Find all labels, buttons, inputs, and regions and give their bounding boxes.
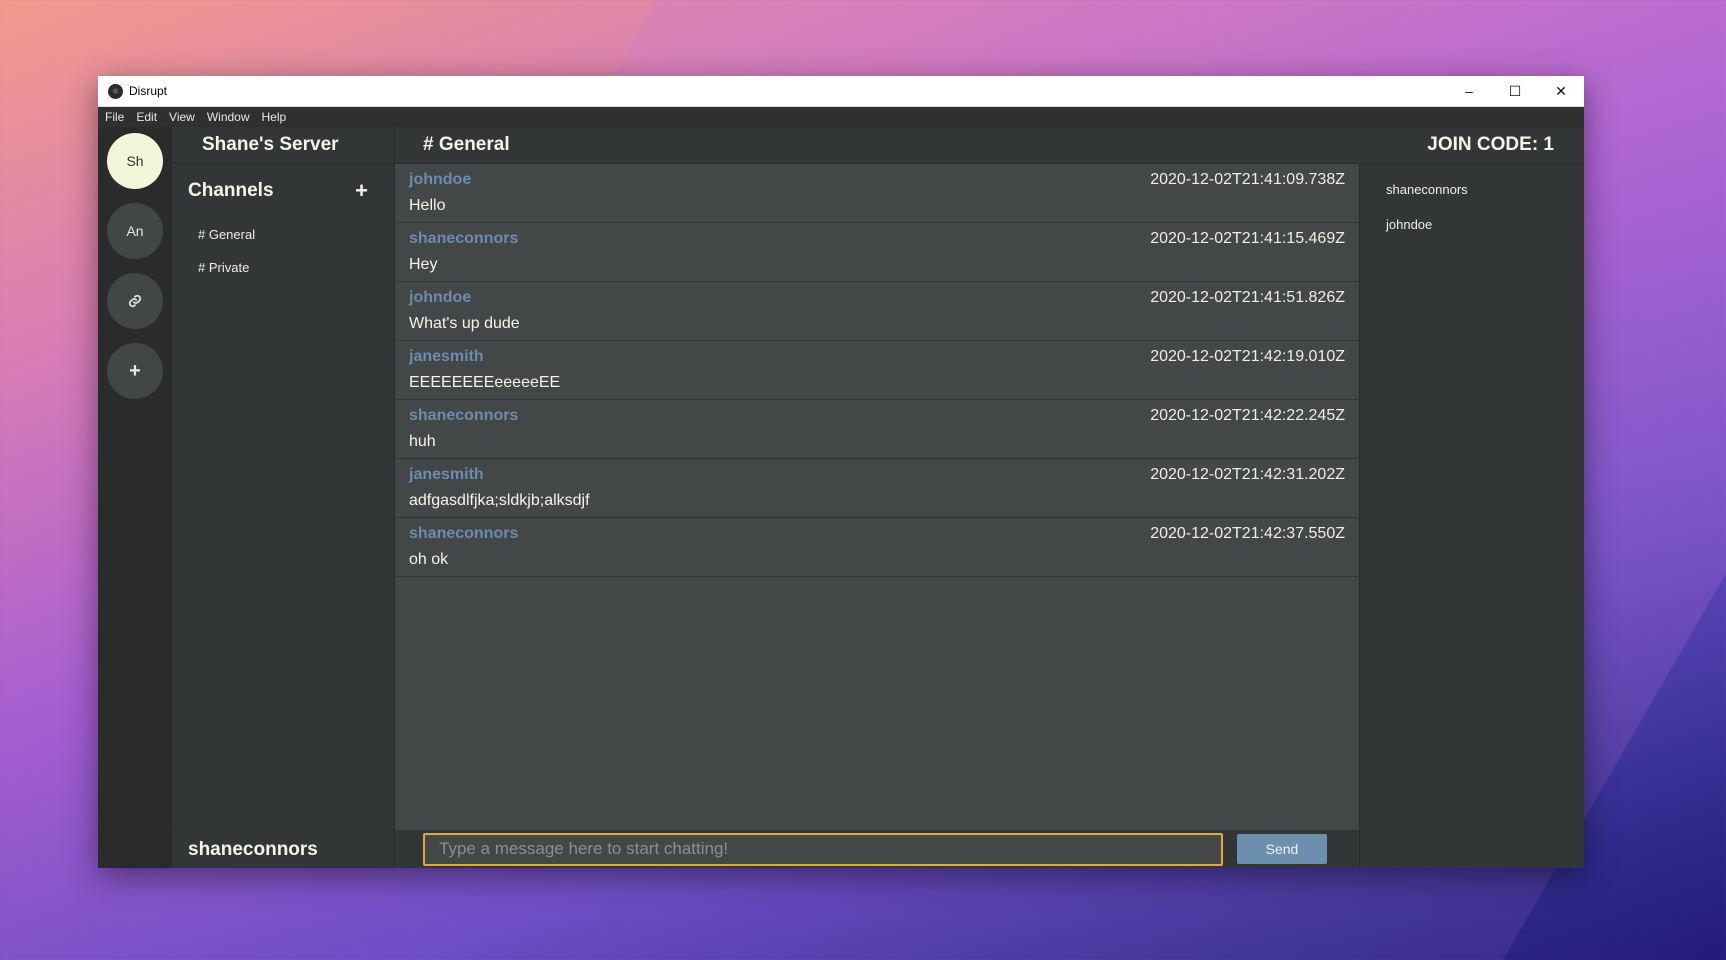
link-icon bbox=[128, 294, 142, 308]
server-button-an[interactable]: An bbox=[107, 203, 163, 259]
server-rail: Sh An + bbox=[98, 127, 172, 868]
message-timestamp: 2020-12-02T21:42:19.010Z bbox=[1150, 348, 1345, 365]
window-controls: – ☐ ✕ bbox=[1446, 76, 1584, 106]
app-logo-icon: ⚛ bbox=[108, 83, 123, 99]
member-item[interactable]: johndoe bbox=[1360, 211, 1584, 246]
message-item: janesmith 2020-12-02T21:42:19.010Z EEEEE… bbox=[395, 341, 1359, 400]
message-item: johndoe 2020-12-02T21:41:09.738Z Hello bbox=[395, 164, 1359, 223]
channel-item-general[interactable]: # General bbox=[172, 218, 394, 251]
server-name: Shane's Server bbox=[172, 127, 394, 164]
channel-item-private[interactable]: # Private bbox=[172, 251, 394, 284]
message-timestamp: 2020-12-02T21:42:31.202Z bbox=[1150, 466, 1345, 483]
message-input[interactable] bbox=[423, 832, 1223, 866]
menu-view[interactable]: View bbox=[169, 110, 195, 124]
message-item: janesmith 2020-12-02T21:42:31.202Z adfga… bbox=[395, 459, 1359, 518]
main-header: # General JOIN CODE: 1 bbox=[395, 127, 1584, 164]
maximize-button[interactable]: ☐ bbox=[1492, 76, 1538, 106]
message-text: EEEEEEEEeeeeeEE bbox=[409, 374, 561, 391]
join-server-button[interactable] bbox=[107, 273, 163, 329]
app-window: ⚛ Disrupt – ☐ ✕ File Edit View Window He… bbox=[98, 76, 1584, 868]
message-composer: Send bbox=[395, 830, 1359, 868]
message-list: johndoe 2020-12-02T21:41:09.738Z Hello s… bbox=[395, 164, 1359, 868]
plus-icon: + bbox=[129, 359, 141, 382]
channel-list: # General # Private bbox=[172, 218, 394, 284]
message-item: shaneconnors 2020-12-02T21:41:15.469Z He… bbox=[395, 223, 1359, 282]
channel-heading: # General bbox=[423, 134, 510, 155]
close-button[interactable]: ✕ bbox=[1538, 76, 1584, 106]
current-user: shaneconnors bbox=[172, 830, 394, 868]
message-text: Hey bbox=[409, 256, 438, 273]
main-content: johndoe 2020-12-02T21:41:09.738Z Hello s… bbox=[395, 164, 1584, 868]
message-timestamp: 2020-12-02T21:42:37.550Z bbox=[1150, 525, 1345, 542]
message-text: adfgasdlfjka;sldkjb;alksdjf bbox=[409, 492, 590, 509]
add-channel-button[interactable]: + bbox=[355, 178, 368, 204]
window-title: Disrupt bbox=[129, 84, 168, 98]
menu-bar: File Edit View Window Help bbox=[98, 107, 1584, 127]
message-timestamp: 2020-12-02T21:41:51.826Z bbox=[1150, 289, 1345, 306]
join-code: JOIN CODE: 1 bbox=[1427, 134, 1554, 155]
message-item: shaneconnors 2020-12-02T21:42:37.550Z oh… bbox=[395, 518, 1359, 577]
message-text: oh ok bbox=[409, 551, 449, 568]
message-timestamp: 2020-12-02T21:41:09.738Z bbox=[1150, 171, 1345, 188]
main-area: # General JOIN CODE: 1 johndoe 2020-12-0… bbox=[394, 127, 1584, 868]
message-text: huh bbox=[409, 433, 436, 450]
send-button[interactable]: Send bbox=[1237, 834, 1327, 864]
menu-window[interactable]: Window bbox=[207, 110, 250, 124]
message-text: What's up dude bbox=[409, 315, 520, 332]
message-text: Hello bbox=[409, 197, 446, 214]
message-item: johndoe 2020-12-02T21:41:51.826Z What's … bbox=[395, 282, 1359, 341]
app-body: Sh An + Shane's Server Channels + # Gene… bbox=[98, 127, 1584, 868]
channel-panel: Shane's Server Channels + # General # Pr… bbox=[172, 127, 394, 868]
menu-file[interactable]: File bbox=[105, 110, 124, 124]
menu-help[interactable]: Help bbox=[262, 110, 287, 124]
message-item: shaneconnors 2020-12-02T21:42:22.245Z hu… bbox=[395, 400, 1359, 459]
channels-title: Channels bbox=[188, 180, 274, 201]
member-item[interactable]: shaneconnors bbox=[1360, 176, 1584, 211]
message-timestamp: 2020-12-02T21:42:22.245Z bbox=[1150, 407, 1345, 424]
channels-header: Channels + bbox=[172, 164, 394, 204]
minimize-button[interactable]: – bbox=[1446, 76, 1492, 106]
member-list: shaneconnors johndoe bbox=[1359, 164, 1584, 868]
add-server-button[interactable]: + bbox=[107, 343, 163, 399]
menu-edit[interactable]: Edit bbox=[136, 110, 157, 124]
server-button-sh[interactable]: Sh bbox=[107, 133, 163, 189]
title-bar: ⚛ Disrupt – ☐ ✕ bbox=[98, 76, 1584, 107]
message-timestamp: 2020-12-02T21:41:15.469Z bbox=[1150, 230, 1345, 247]
